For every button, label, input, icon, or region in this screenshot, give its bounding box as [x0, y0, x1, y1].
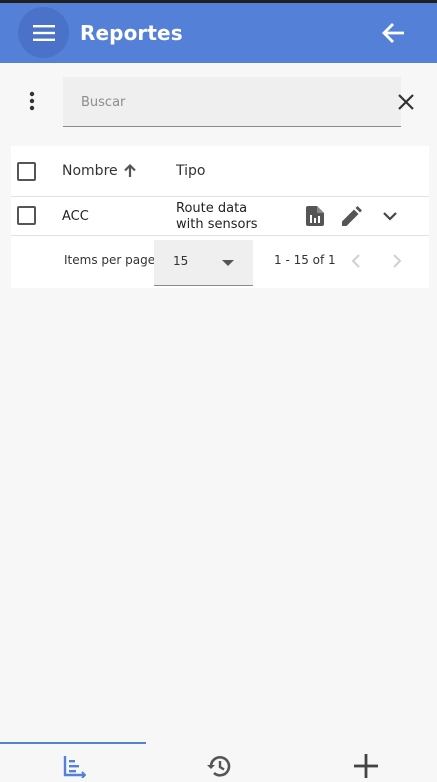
add-icon: [354, 754, 378, 778]
menu-icon: [32, 24, 55, 41]
more-options-button[interactable]: [22, 88, 42, 114]
arrow-back-icon: [382, 23, 404, 43]
page-title: Reportes: [80, 21, 183, 45]
bottom-navigation: [0, 742, 437, 782]
edit-icon[interactable]: [341, 205, 363, 227]
chart-timeline-icon: [63, 756, 86, 778]
page-size-select[interactable]: 15: [154, 240, 253, 286]
column-header-name[interactable]: Nombre: [62, 163, 118, 179]
app-bar: Reportes: [0, 3, 437, 63]
close-icon: [398, 94, 414, 110]
reports-table: Nombre Tipo ACC Route data with sensors: [11, 146, 429, 288]
paginator: Items per page 15 1 - 15 of 1: [11, 236, 429, 288]
expand-more-icon[interactable]: [380, 206, 400, 226]
table-row[interactable]: ACC Route data with sensors: [11, 197, 429, 236]
back-button[interactable]: [380, 20, 406, 46]
report-icon[interactable]: [304, 205, 326, 227]
search-field[interactable]: [63, 77, 401, 127]
select-all-checkbox[interactable]: [17, 162, 36, 181]
items-per-page-label: Items per page: [64, 253, 156, 267]
page-size-value: 15: [173, 254, 189, 268]
row-checkbox[interactable]: [17, 206, 36, 225]
clear-search-button[interactable]: [396, 92, 416, 112]
column-header-type: Tipo: [176, 163, 206, 179]
history-icon: [207, 756, 231, 777]
search-input[interactable]: [81, 90, 361, 114]
menu-button[interactable]: [18, 7, 69, 58]
row-type-line1: Route data: [176, 201, 248, 216]
previous-page-button[interactable]: [343, 249, 367, 273]
page-range-label: 1 - 15 of 1: [274, 253, 336, 267]
more-vert-icon: [29, 91, 35, 111]
nav-reports-tab[interactable]: [60, 752, 88, 780]
row-name: ACC: [62, 209, 89, 224]
sort-ascending-icon[interactable]: [124, 163, 136, 182]
table-header-row: Nombre Tipo: [11, 146, 429, 197]
row-type-line2: with sensors: [176, 217, 258, 232]
nav-add-tab[interactable]: [352, 752, 380, 780]
dropdown-arrow-icon: [222, 260, 234, 266]
chevron-left-icon: [351, 254, 360, 268]
next-page-button[interactable]: [385, 249, 409, 273]
active-tab-indicator: [0, 742, 146, 744]
chevron-right-icon: [392, 254, 401, 268]
nav-history-tab[interactable]: [205, 752, 233, 780]
